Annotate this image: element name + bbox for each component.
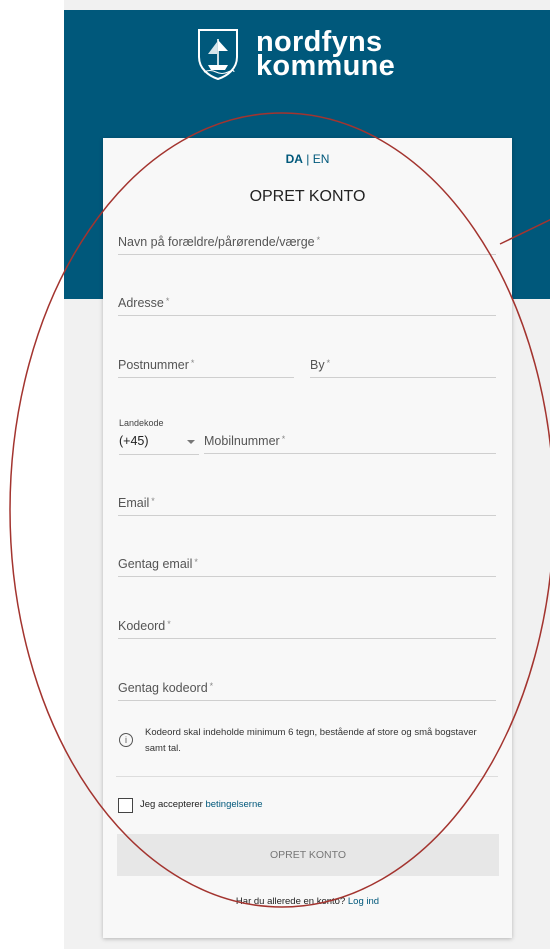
- brand-logo[interactable]: nordfyns kommune: [196, 27, 395, 81]
- brand-wordmark: nordfyns kommune: [256, 28, 396, 82]
- guardian-name-label: Navn på forældre/pårørende/værge *: [118, 235, 321, 249]
- country-code-label: Landekode: [119, 418, 164, 428]
- brand-line2: kommune: [256, 50, 396, 82]
- postcode-label: Postnummer *: [118, 358, 195, 372]
- page-title: OPRET KONTO: [249, 188, 366, 205]
- divider: [116, 776, 498, 777]
- country-code-select[interactable]: (+45): [119, 434, 149, 448]
- password-hint-text: Kodeord skal indeholde minimum 6 tegn, b…: [145, 727, 477, 754]
- city-field[interactable]: By *: [310, 356, 496, 378]
- city-label: By *: [310, 358, 331, 372]
- mobile-label: Mobilnummer *: [204, 434, 286, 448]
- address-field[interactable]: Adresse *: [118, 294, 496, 316]
- info-icon: i: [119, 733, 133, 747]
- password-repeat-label: Gentag kodeord *: [118, 681, 214, 695]
- terms-label: Jeg accepterer betingelserne: [140, 799, 263, 810]
- lang-da[interactable]: DA: [286, 152, 303, 166]
- lang-separator: |: [306, 152, 310, 166]
- email-label: Email *: [118, 496, 155, 510]
- lang-en[interactable]: EN: [313, 152, 330, 166]
- address-label: Adresse *: [118, 296, 170, 310]
- signup-card: DA | EN OPRET KONTO Navn på forældre/pår…: [103, 138, 512, 938]
- language-switcher: DA | EN: [103, 152, 512, 166]
- create-account-button[interactable]: OPRET KONTO: [117, 834, 499, 876]
- password-label: Kodeord *: [118, 619, 171, 633]
- login-prompt: Har du allerede en konto? Log ind: [235, 896, 380, 907]
- chevron-down-icon[interactable]: [187, 440, 195, 444]
- guardian-name-field[interactable]: Navn på forældre/pårørende/værge *: [118, 233, 496, 255]
- postcode-field[interactable]: Postnummer *: [118, 356, 294, 378]
- password-hint: i Kodeord skal indeholde minimum 6 tegn,…: [119, 725, 499, 757]
- login-link[interactable]: Log ind: [348, 896, 379, 907]
- email-repeat-field[interactable]: Gentag email *: [118, 555, 496, 577]
- mobile-field[interactable]: Mobilnummer *: [204, 432, 496, 454]
- country-code-underline: [119, 454, 199, 455]
- terms-checkbox[interactable]: [118, 798, 133, 813]
- password-field[interactable]: Kodeord *: [118, 617, 496, 639]
- password-repeat-field[interactable]: Gentag kodeord *: [118, 679, 496, 701]
- email-field[interactable]: Email *: [118, 494, 496, 516]
- email-repeat-label: Gentag email *: [118, 557, 198, 571]
- crest-icon: [198, 29, 238, 81]
- terms-link[interactable]: betingelserne: [205, 799, 262, 810]
